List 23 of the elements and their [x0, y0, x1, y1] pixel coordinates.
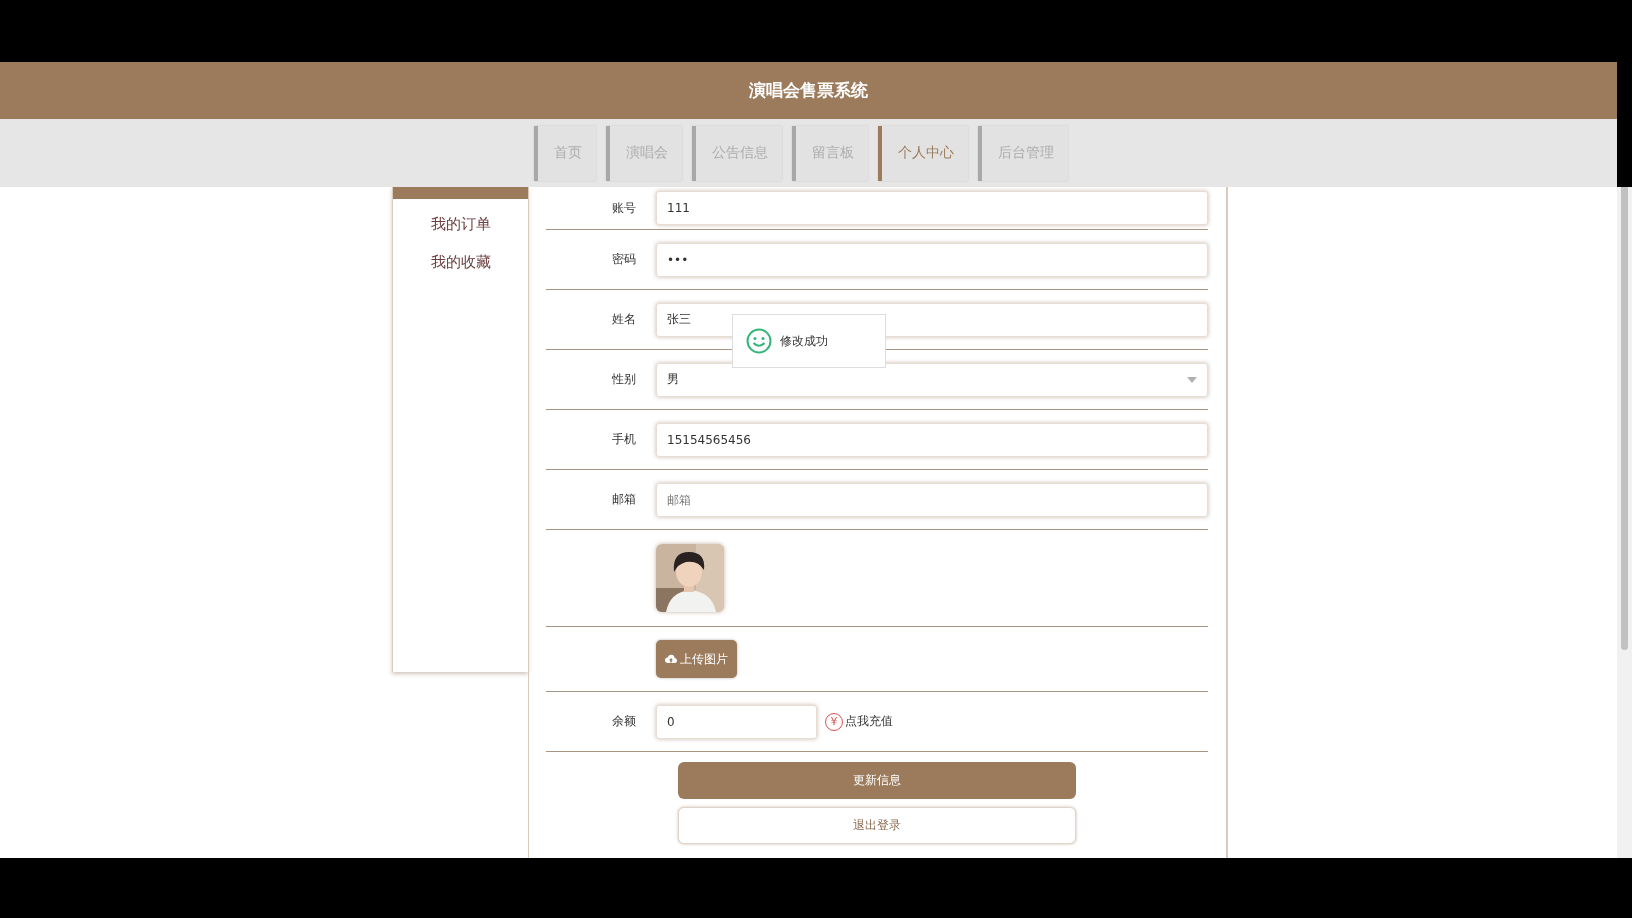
sidebar-item[interactable]: 我的收藏	[430, 249, 491, 275]
logout-button[interactable]: 退出登录	[678, 807, 1076, 844]
field-label: 邮箱	[611, 491, 637, 508]
field-label: 姓名	[611, 311, 637, 328]
input-field[interactable]: 15154565456	[656, 422, 1208, 457]
input-field[interactable]: 111	[656, 191, 1208, 225]
update-button[interactable]: 更新信息	[678, 762, 1076, 799]
field-label: 密码	[611, 251, 637, 268]
input-field[interactable]: 0	[656, 704, 817, 739]
field-label: 余额	[611, 713, 637, 730]
input-field[interactable]: •••	[656, 242, 1208, 277]
caret-icon	[1187, 376, 1197, 383]
recharge-link[interactable]: ¥ 点我充值	[825, 712, 893, 731]
field-label: 性别	[611, 371, 637, 388]
input-field[interactable]: 邮箱	[656, 482, 1208, 517]
cloud-upload-icon	[665, 654, 677, 664]
site-title: 演唱会售票系统	[749, 79, 868, 102]
smile-icon	[746, 328, 772, 354]
select-field[interactable]: 男	[656, 362, 1208, 397]
field-label: 账号	[611, 199, 637, 217]
field-label: 手机	[611, 431, 637, 448]
upload-button[interactable]: 上传图片	[656, 640, 737, 678]
sidebar-item[interactable]: 我的订单	[430, 211, 491, 237]
